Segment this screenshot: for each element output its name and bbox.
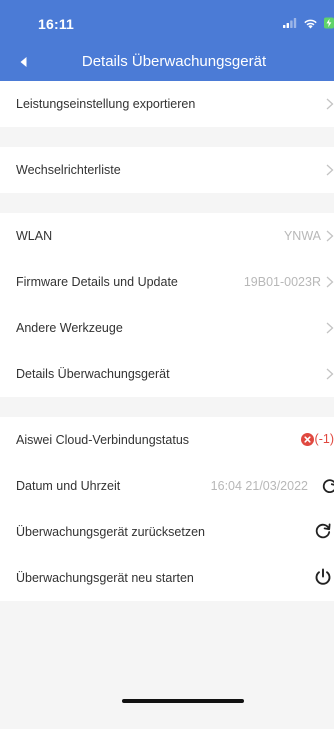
row-date-time[interactable]: Datum und Uhrzeit 16:04 21/03/2022 <box>0 463 334 509</box>
row-export-power-setting[interactable]: Leistungseinstellung exportieren <box>0 81 334 127</box>
error-icon <box>300 432 314 446</box>
row-label: Aiswei Cloud-Verbindungstatus <box>16 433 190 447</box>
row-label: Datum und Uhrzeit <box>16 479 121 493</box>
row-restart-device[interactable]: Überwachungsgerät neu starten <box>0 555 334 601</box>
chevron-right-icon <box>326 368 334 380</box>
settings-group-device: WLAN YNWA Firmware Details und Update 19… <box>0 213 334 397</box>
chevron-right-icon <box>326 98 334 110</box>
settings-group-inverter: Wechselrichterliste <box>0 147 334 193</box>
status-icons <box>283 16 334 30</box>
row-monitoring-device-details[interactable]: Details Überwachungsgerät <box>0 351 334 397</box>
row-label: Überwachungsgerät neu starten <box>16 571 194 585</box>
row-label: WLAN <box>16 229 53 243</box>
chevron-right-icon <box>326 164 334 176</box>
home-indicator <box>122 699 244 703</box>
row-other-tools[interactable]: Andere Werkzeuge <box>0 305 334 351</box>
row-label: Leistungseinstellung exportieren <box>16 97 196 111</box>
nav-bar: Details Überwachungsgerät <box>0 42 334 81</box>
row-wlan[interactable]: WLAN YNWA <box>0 213 334 259</box>
wifi-icon <box>303 18 318 29</box>
power-icon[interactable] <box>314 568 332 586</box>
refresh-icon[interactable] <box>320 476 334 496</box>
firmware-version-value: 19B01-0023R <box>243 275 321 289</box>
row-label: Andere Werkzeuge <box>16 321 123 335</box>
row-label: Überwachungsgerät zurücksetzen <box>16 525 205 539</box>
group-divider <box>0 193 334 213</box>
status-bar: 16:11 <box>0 0 334 42</box>
signal-icon <box>283 18 297 28</box>
wlan-value: YNWA <box>283 229 321 243</box>
date-time-value: 16:04 21/03/2022 <box>210 479 308 493</box>
row-inverter-list[interactable]: Wechselrichterliste <box>0 147 334 193</box>
row-label: Wechselrichterliste <box>16 163 121 177</box>
row-firmware-details[interactable]: Firmware Details und Update 19B01-0023R <box>0 259 334 305</box>
battery-charging-icon <box>324 17 334 29</box>
reset-icon[interactable] <box>314 522 332 540</box>
row-reset-device[interactable]: Überwachungsgerät zurücksetzen <box>0 509 334 555</box>
chevron-right-icon <box>326 322 334 334</box>
page-title: Details Überwachungsgerät <box>81 53 267 70</box>
chevron-right-icon <box>326 276 334 288</box>
settings-list: Leistungseinstellung exportieren Wechsel… <box>0 81 334 601</box>
status-time: 16:11 <box>38 16 75 32</box>
settings-group-export: Leistungseinstellung exportieren <box>0 81 334 127</box>
row-cloud-connection-status[interactable]: Aiswei Cloud-Verbindungstatus (-1) <box>0 417 334 463</box>
cloud-status-error: (-1) <box>300 432 334 446</box>
app-header: 16:11 Details Überwachungsgerät <box>0 0 334 81</box>
group-divider <box>0 397 334 417</box>
group-divider <box>0 127 334 147</box>
row-label: Details Überwachungsgerät <box>16 367 170 381</box>
settings-group-actions: Aiswei Cloud-Verbindungstatus (-1) Datum… <box>0 417 334 601</box>
chevron-right-icon <box>326 230 334 242</box>
row-label: Firmware Details und Update <box>16 275 178 289</box>
cloud-status-code: (-1) <box>314 432 334 446</box>
